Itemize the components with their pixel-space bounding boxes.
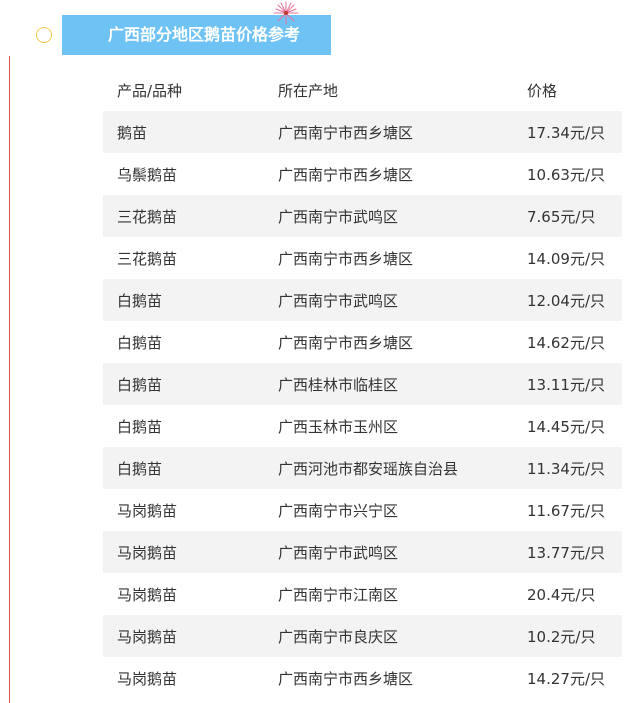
cell-price: 14.09元/只 (527, 249, 605, 268)
cell-price: 13.11元/只 (527, 375, 605, 394)
cell-price: 10.63元/只 (527, 165, 605, 184)
column-header-product: 产品/品种 (117, 81, 183, 100)
cell-product: 白鹅苗 (117, 459, 163, 478)
table-row: 三花鹅苗 广西南宁市西乡塘区 14.09元/只 (103, 237, 622, 279)
cell-origin: 广西南宁市西乡塘区 (278, 249, 414, 268)
circle-decoration-icon (36, 27, 52, 43)
table-row: 三花鹅苗 广西南宁市武鸣区 7.65元/只 (103, 195, 622, 237)
cell-product: 白鹅苗 (117, 417, 163, 436)
cell-price: 7.65元/只 (527, 207, 596, 226)
table-row: 马岗鹅苗 广西南宁市江南区 20.4元/只 (103, 573, 622, 615)
cell-origin: 广西玉林市玉州区 (278, 417, 399, 436)
cell-origin: 广西南宁市兴宁区 (278, 501, 399, 520)
cell-product: 乌鬃鹅苗 (117, 165, 178, 184)
cell-price: 14.45元/只 (527, 417, 605, 436)
cell-product: 马岗鹅苗 (117, 669, 178, 688)
cell-origin: 广西南宁市武鸣区 (278, 291, 399, 310)
section-title: 广西部分地区鹅苗价格参考 (108, 25, 301, 44)
cell-product: 三花鹅苗 (117, 249, 178, 268)
cell-product: 马岗鹅苗 (117, 585, 178, 604)
cell-origin: 广西南宁市江南区 (278, 585, 399, 604)
cell-price: 20.4元/只 (527, 585, 596, 604)
firework-icon (273, 1, 299, 25)
table-row: 马岗鹅苗 广西南宁市良庆区 10.2元/只 (103, 615, 622, 657)
cell-product: 马岗鹅苗 (117, 501, 178, 520)
cell-product: 三花鹅苗 (117, 207, 178, 226)
cell-price: 13.77元/只 (527, 543, 605, 562)
table-row: 马岗鹅苗 广西南宁市西乡塘区 14.27元/只 (103, 657, 622, 699)
cell-price: 14.62元/只 (527, 333, 605, 352)
cell-price: 12.04元/只 (527, 291, 605, 310)
table-row: 白鹅苗 广西南宁市武鸣区 12.04元/只 (103, 279, 622, 321)
table-row: 马岗鹅苗 广西南宁市兴宁区 11.67元/只 (103, 489, 622, 531)
cell-price: 11.34元/只 (527, 459, 605, 478)
cell-price: 10.2元/只 (527, 627, 596, 646)
column-header-origin: 所在产地 (278, 81, 339, 100)
cell-origin: 广西桂林市临桂区 (278, 375, 399, 394)
cell-price: 14.27元/只 (527, 669, 605, 688)
cell-origin: 广西南宁市西乡塘区 (278, 165, 414, 184)
table-row: 白鹅苗 广西玉林市玉州区 14.45元/只 (103, 405, 622, 447)
cell-origin: 广西河池市都安瑶族自治县 (278, 459, 459, 478)
left-accent-line (9, 56, 10, 703)
cell-origin: 广西南宁市武鸣区 (278, 207, 399, 226)
table-row: 白鹅苗 广西河池市都安瑶族自治县 11.34元/只 (103, 447, 622, 489)
table-row: 乌鬃鹅苗 广西南宁市西乡塘区 10.63元/只 (103, 153, 622, 195)
cell-product: 白鹅苗 (117, 333, 163, 352)
cell-product: 白鹅苗 (117, 375, 163, 394)
column-header-price: 价格 (527, 81, 558, 100)
cell-origin: 广西南宁市良庆区 (278, 627, 399, 646)
table-header-row: 产品/品种 所在产地 价格 (103, 69, 622, 111)
cell-origin: 广西南宁市西乡塘区 (278, 123, 414, 142)
table-row: 白鹅苗 广西南宁市西乡塘区 14.62元/只 (103, 321, 622, 363)
cell-price: 11.67元/只 (527, 501, 605, 520)
cell-product: 鹅苗 (117, 123, 148, 142)
cell-product: 马岗鹅苗 (117, 543, 178, 562)
table-row: 鹅苗 广西南宁市西乡塘区 17.34元/只 (103, 111, 622, 153)
cell-product: 白鹅苗 (117, 291, 163, 310)
cell-origin: 广西南宁市西乡塘区 (278, 333, 414, 352)
cell-price: 17.34元/只 (527, 123, 605, 142)
table-row: 马岗鹅苗 广西南宁市武鸣区 13.77元/只 (103, 531, 622, 573)
cell-origin: 广西南宁市武鸣区 (278, 543, 399, 562)
price-table: 产品/品种 所在产地 价格 鹅苗 广西南宁市西乡塘区 17.34元/只 乌鬃鹅苗… (103, 69, 622, 699)
table-row: 白鹅苗 广西桂林市临桂区 13.11元/只 (103, 363, 622, 405)
cell-product: 马岗鹅苗 (117, 627, 178, 646)
cell-origin: 广西南宁市西乡塘区 (278, 669, 414, 688)
